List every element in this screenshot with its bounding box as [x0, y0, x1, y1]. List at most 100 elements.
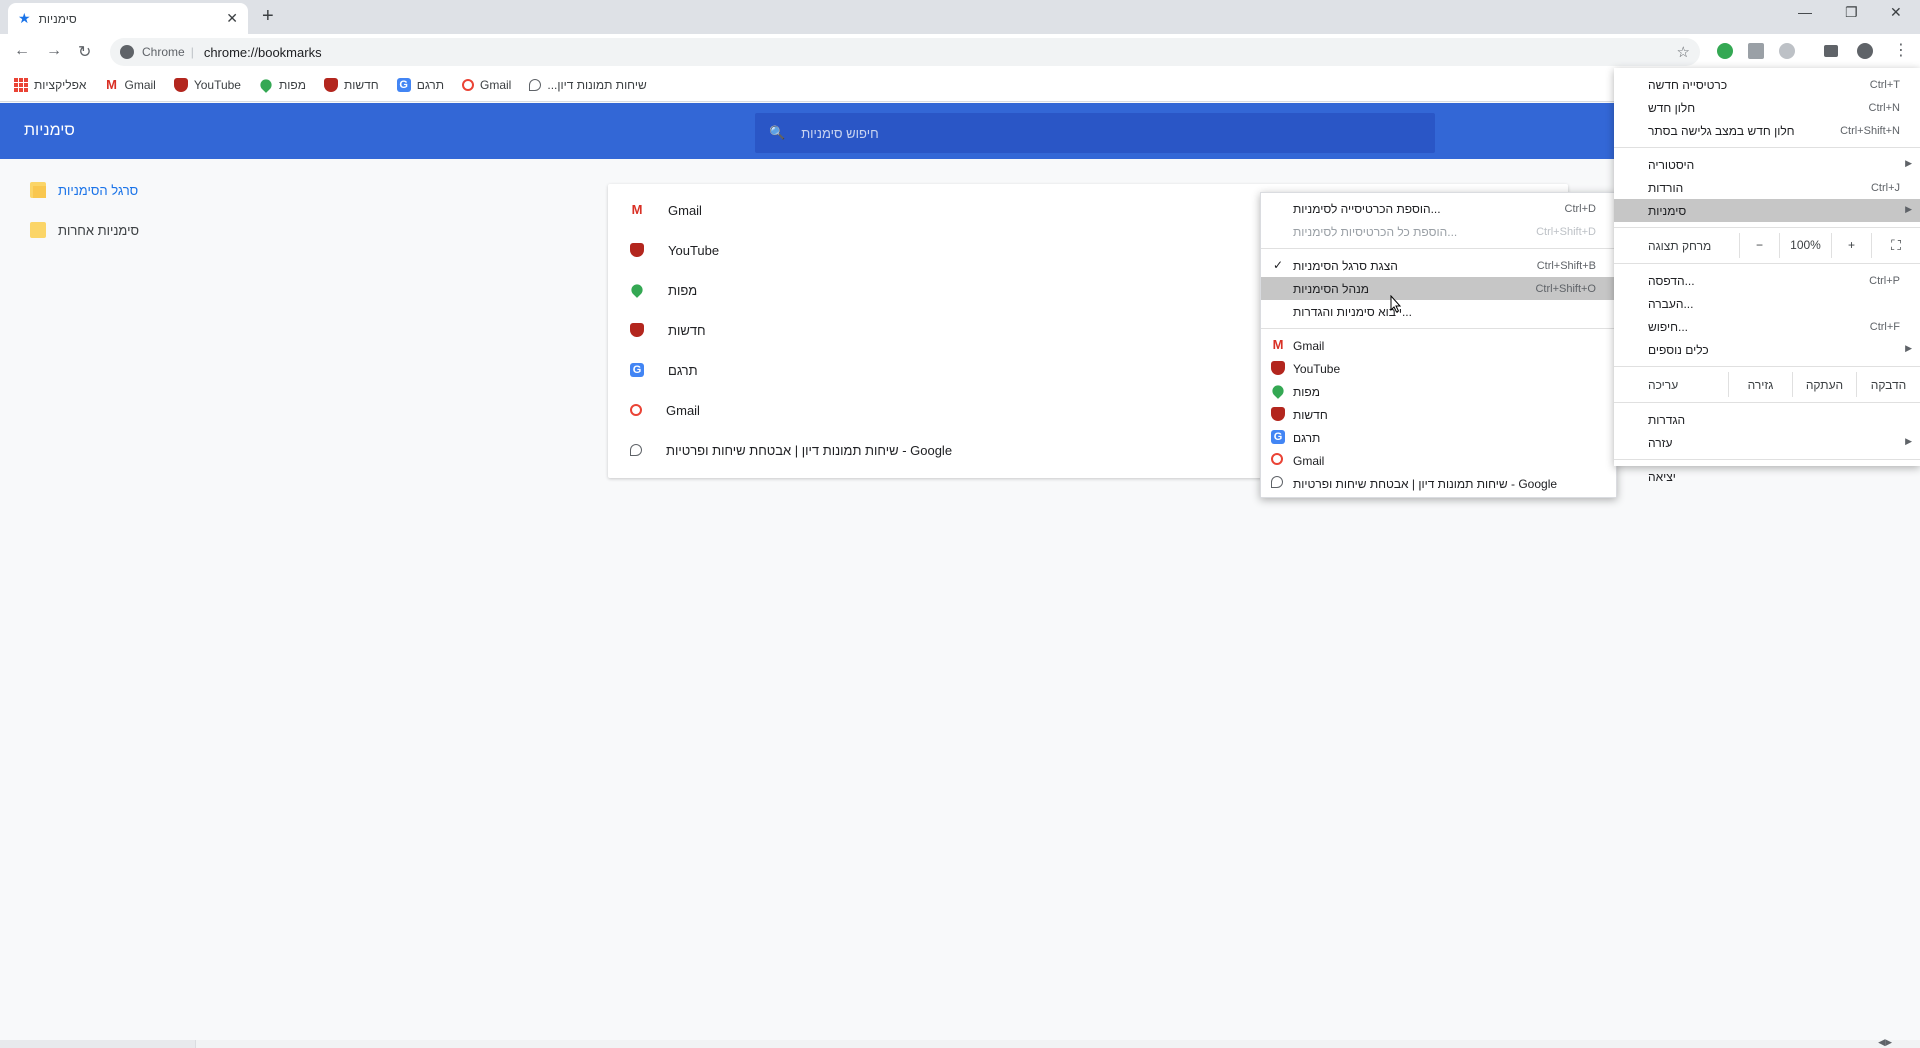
zoom-label: מרחק תצוגה: [1648, 238, 1712, 253]
tab-title: סימניות: [38, 11, 77, 26]
menu-item-new-tab[interactable]: כרטיסייה חדשה Ctrl+T: [1614, 73, 1920, 96]
list-item-label: תרגם: [668, 362, 698, 378]
doc-icon: [1271, 476, 1283, 488]
list-item-label: מפות: [668, 282, 698, 298]
menu-item-shortcut: Ctrl+D: [1564, 202, 1596, 215]
search-placeholder: חיפוש סימניות: [801, 125, 879, 141]
zoom-out-button[interactable]: −: [1740, 233, 1780, 258]
menu-item-exit[interactable]: יציאה: [1614, 465, 1920, 488]
extension-icon[interactable]: [1748, 43, 1764, 59]
bookmark-gmail-google[interactable]: Gmail: [462, 78, 511, 92]
tab-bookmarks[interactable]: ★ סימניות ✕: [8, 3, 248, 34]
menu-item-label: ייבוא סימניות והגדרות...: [1293, 304, 1412, 319]
menu-item-bookmark-tab[interactable]: הוספת הכרטיסייה לסימניות... Ctrl+D: [1261, 197, 1616, 220]
translate-icon: G: [630, 363, 644, 377]
url-text[interactable]: chrome://bookmarks: [204, 45, 322, 60]
extension-icon[interactable]: [1779, 43, 1795, 59]
search-icon: 🔍: [769, 125, 786, 140]
list-item-label: YouTube: [668, 242, 720, 258]
sidebar-item-label: סרגל הסימניות: [58, 182, 139, 198]
menu-item-help[interactable]: עזרה ▶: [1614, 431, 1920, 454]
menu-item-bookmark[interactable]: G תרגם: [1261, 426, 1616, 449]
menu-item-shortcut: Ctrl+Shift+N: [1840, 124, 1900, 137]
minimize-button[interactable]: —: [1798, 4, 1812, 20]
profile-icon[interactable]: [1857, 43, 1873, 59]
menu-item-bookmark[interactable]: שיחות תמונות דיון | אבטחת שיחות ופרטיות …: [1261, 472, 1616, 495]
menu-divider: [1614, 147, 1920, 148]
copy-button[interactable]: העתקה: [1792, 372, 1856, 397]
menu-item-bookmark[interactable]: M Gmail: [1261, 334, 1616, 357]
menu-item-shortcut: Ctrl+J: [1870, 181, 1900, 194]
new-tab-button[interactable]: +: [262, 5, 274, 28]
menu-icon[interactable]: ⋮: [1893, 40, 1909, 60]
menu-item-downloads[interactable]: הורדות Ctrl+J: [1614, 176, 1920, 199]
menu-item-print[interactable]: הדפסה... Ctrl+P: [1614, 269, 1920, 292]
reload-button[interactable]: ↻: [78, 42, 91, 62]
google-icon: [630, 404, 642, 416]
doc-icon: [529, 78, 542, 91]
shield-icon: [323, 77, 338, 92]
gmail-icon: M: [104, 76, 119, 92]
sidebar-item-bookmarks-bar[interactable]: סרגל הסימניות: [0, 170, 300, 210]
scrollbar-thumb[interactable]: [195, 1040, 1920, 1048]
menu-item-incognito[interactable]: חלון חדש במצב גלישה בסתר Ctrl+Shift+N: [1614, 119, 1920, 142]
menu-item-bookmark-all-tabs[interactable]: הוספת כל הכרטיסיות לסימניות... Ctrl+Shif…: [1261, 220, 1616, 243]
menu-item-show-bookmarks-bar[interactable]: ✓ הצגת סרגל הסימניות Ctrl+Shift+B: [1261, 254, 1616, 277]
bookmark-label: ...שיחות תמונות דיון: [547, 77, 647, 92]
extension-icon[interactable]: [1717, 43, 1733, 59]
bookmark-gmail[interactable]: M Gmail: [104, 76, 156, 92]
address-bar[interactable]: Chrome | chrome://bookmarks ☆: [110, 38, 1700, 66]
sidebar-item-other-bookmarks[interactable]: סימניות אחרות: [0, 210, 300, 250]
zoom-in-button[interactable]: +: [1832, 233, 1872, 258]
bookmark-translate[interactable]: G תרגם: [396, 77, 444, 92]
paste-button[interactable]: הדבקה: [1856, 372, 1920, 397]
back-button[interactable]: ←: [14, 42, 30, 60]
bookmark-label: אפליקציות: [34, 77, 87, 92]
menu-item-history[interactable]: היסטוריה ▶: [1614, 153, 1920, 176]
url-separator: |: [190, 45, 194, 59]
menu-item-bookmarks[interactable]: סימניות ▶: [1614, 199, 1920, 222]
shield-icon: [173, 77, 188, 92]
page-title: סימניות: [24, 122, 75, 139]
menu-item-import[interactable]: ייבוא סימניות והגדרות...: [1261, 300, 1616, 323]
bookmark-youtube[interactable]: YouTube: [173, 77, 241, 92]
star-icon: ★: [18, 10, 31, 26]
zoom-value: 100%: [1780, 233, 1832, 258]
menu-item-bookmark[interactable]: Gmail: [1261, 449, 1616, 472]
menu-item-new-window[interactable]: חלון חדש Ctrl+N: [1614, 96, 1920, 119]
cut-button[interactable]: גזירה: [1728, 372, 1792, 397]
bookmark-apps[interactable]: אפליקציות: [14, 77, 87, 92]
horizontal-scrollbar[interactable]: ◀▶: [0, 1037, 1920, 1048]
media-icon[interactable]: [1824, 45, 1838, 57]
check-icon: ✓: [1273, 258, 1284, 272]
cursor-icon: [1390, 295, 1402, 313]
scroll-arrows-icon[interactable]: ◀▶: [1878, 1037, 1892, 1048]
menu-divider: [1614, 227, 1920, 228]
site-info-icon[interactable]: [120, 45, 134, 59]
bookmark-maps[interactable]: מפות: [258, 76, 306, 93]
restore-button[interactable]: ❐: [1845, 4, 1858, 21]
forward-button[interactable]: →: [46, 42, 62, 60]
menu-item-find[interactable]: חיפוש... Ctrl+F: [1614, 315, 1920, 338]
close-window-button[interactable]: ✕: [1890, 4, 1902, 21]
menu-item-cast[interactable]: העברה...: [1614, 292, 1920, 315]
menu-item-label: מפות: [1293, 384, 1320, 399]
shield-icon: [630, 243, 644, 257]
apps-icon: [14, 77, 28, 92]
menu-item-bookmark-manager[interactable]: מנהל הסימניות Ctrl+Shift+O: [1261, 277, 1616, 300]
menu-item-settings[interactable]: הגדרות: [1614, 408, 1920, 431]
menu-item-shortcut: Ctrl+Shift+D: [1536, 225, 1596, 238]
close-tab-button[interactable]: ✕: [226, 10, 238, 27]
fullscreen-icon[interactable]: ⛶: [1872, 233, 1920, 258]
menu-item-bookmark[interactable]: מפות: [1261, 380, 1616, 403]
translate-icon: G: [1271, 430, 1285, 444]
menu-item-bookmark[interactable]: חדשות: [1261, 403, 1616, 426]
bookmark-news[interactable]: חדשות: [323, 77, 379, 92]
folder-icon: [30, 222, 46, 238]
search-input[interactable]: 🔍 חיפוש סימניות: [755, 113, 1435, 153]
bookmark-star-icon[interactable]: ☆: [1677, 43, 1690, 61]
translate-icon: G: [396, 77, 411, 92]
bookmark-discussion[interactable]: ...שיחות תמונות דיון: [529, 77, 647, 92]
menu-item-bookmark[interactable]: YouTube: [1261, 357, 1616, 380]
menu-item-more-tools[interactable]: כלים נוספים ▶: [1614, 338, 1920, 361]
